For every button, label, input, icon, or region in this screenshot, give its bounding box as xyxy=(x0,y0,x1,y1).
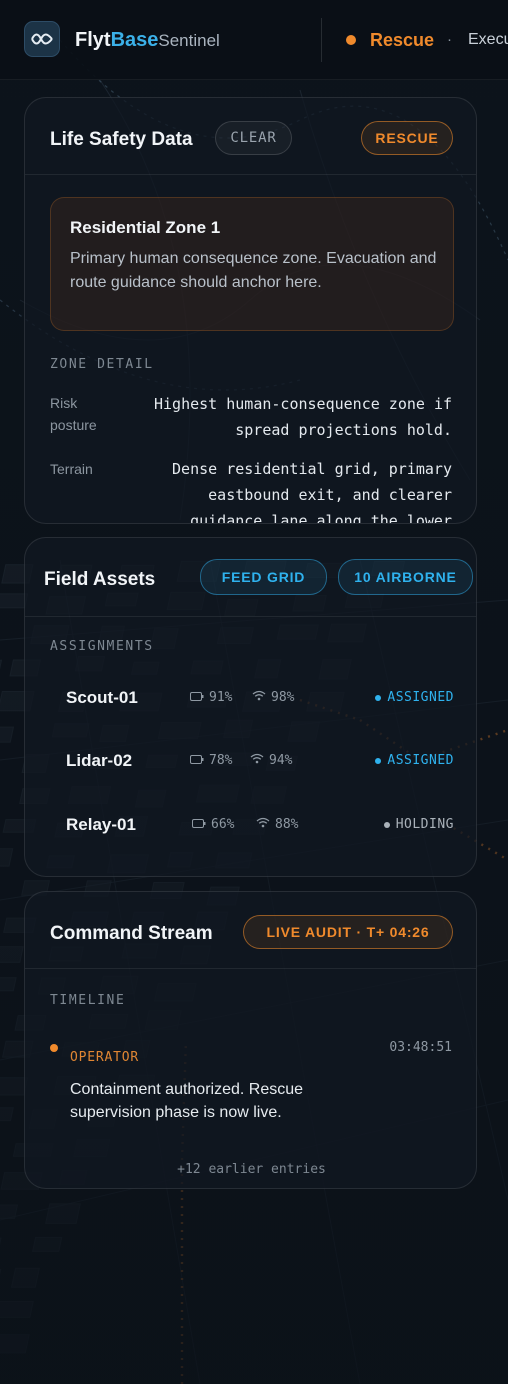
battery-metric: 91% xyxy=(190,690,232,705)
earlier-entries-link[interactable]: +12 earlier entries xyxy=(25,1162,476,1177)
battery-icon xyxy=(190,690,204,705)
detail-key-terrain: Terrain xyxy=(50,461,93,477)
panel-title: Life Safety Data xyxy=(50,129,193,150)
zone-title: Residential Zone 1 xyxy=(70,218,221,237)
detail-value-terrain: Dense residential grid, primary eastboun… xyxy=(172,460,452,524)
panel-title: Field Assets xyxy=(44,569,156,590)
timeline-heading: TIMELINE xyxy=(50,993,126,1008)
asset-name: Relay-01 xyxy=(66,815,136,834)
clear-button[interactable]: CLEAR xyxy=(215,121,292,155)
detail-key-risk-posture: Risk posture xyxy=(50,395,97,433)
status-badge: ASSIGNED xyxy=(375,753,454,768)
status-label: ASSIGNED xyxy=(387,690,454,705)
timeline-entry-text: Containment authorized. Rescue supervisi… xyxy=(70,1081,304,1121)
status-badge: ASSIGNED xyxy=(375,690,454,705)
signal-value: 94% xyxy=(269,753,293,768)
status-dot xyxy=(375,757,382,764)
divider xyxy=(25,174,476,175)
asset-name: Lidar-02 xyxy=(66,751,133,770)
mode-separator: · xyxy=(447,31,452,48)
live-audit-badge: LIVE AUDIT · T+ 04:26 xyxy=(243,915,453,949)
signal-metric: 88% xyxy=(256,817,298,832)
signal-metric: 94% xyxy=(250,753,292,768)
asset-name: Scout-01 xyxy=(66,688,138,707)
mode-tab-execute[interactable]: Execu xyxy=(468,31,508,49)
signal-value: 98% xyxy=(271,690,295,705)
status-dot xyxy=(383,821,390,828)
brand-part-2: Base xyxy=(110,29,159,51)
asset-row[interactable]: Lidar-02 78% 94% ASSIGNED xyxy=(50,734,454,788)
brand-name: FlytBaseSentinel xyxy=(75,29,220,52)
airborne-count-badge[interactable]: 10 AIRBORNE xyxy=(338,559,473,595)
asset-row[interactable]: Scout-01 91% 98% ASSIGNED xyxy=(50,671,454,725)
battery-value: 91% xyxy=(209,690,233,705)
panel-title: Command Stream xyxy=(50,923,213,944)
command-stream-panel: Command Stream LIVE AUDIT · T+ 04:26 TIM… xyxy=(24,891,477,1189)
logo-icon[interactable] xyxy=(24,21,60,57)
mode-status-dot xyxy=(346,35,356,45)
divider xyxy=(25,968,476,969)
battery-value: 78% xyxy=(209,753,233,768)
header-divider xyxy=(321,18,322,62)
brand-part-3: Sentinel xyxy=(158,31,220,50)
detail-value-risk-posture: Highest human-consequence zone if spread… xyxy=(153,395,452,439)
signal-value: 88% xyxy=(275,817,299,832)
zone-detail-heading: ZONE DETAIL xyxy=(50,357,154,372)
status-badge: HOLDING xyxy=(383,817,454,832)
wifi-icon xyxy=(250,753,264,768)
status-dot xyxy=(375,694,382,701)
assignments-heading: ASSIGNMENTS xyxy=(50,639,154,654)
mode-tab-rescue[interactable]: Rescue xyxy=(370,30,434,51)
status-label: ASSIGNED xyxy=(387,753,454,768)
brand-part-1: Flyt xyxy=(75,29,111,51)
asset-row[interactable]: Relay-01 66% 88% HOLDING xyxy=(50,798,454,852)
timeline-actor: OPERATOR xyxy=(70,1050,140,1065)
rescue-status-badge: RESCUE xyxy=(361,121,453,155)
feed-grid-button[interactable]: FEED GRID xyxy=(200,559,327,595)
field-assets-panel: Field Assets FEED GRID 10 AIRBORNE ASSIG… xyxy=(24,537,477,877)
life-safety-panel: Life Safety Data CLEAR RESCUE Residentia… xyxy=(24,97,477,524)
wifi-icon xyxy=(256,817,270,832)
zone-card[interactable]: Residential Zone 1 Primary human consequ… xyxy=(50,197,454,331)
divider xyxy=(25,616,476,617)
battery-icon xyxy=(192,817,206,832)
timeline-dot xyxy=(50,1044,58,1052)
status-label: HOLDING xyxy=(395,817,454,832)
signal-metric: 98% xyxy=(252,690,294,705)
battery-metric: 78% xyxy=(190,753,232,768)
battery-metric: 66% xyxy=(192,817,234,832)
zone-description: Primary human consequence zone. Evacuati… xyxy=(70,250,437,291)
wifi-icon xyxy=(252,690,266,705)
battery-value: 66% xyxy=(211,817,235,832)
timeline-timestamp: 03:48:51 xyxy=(389,1040,452,1055)
top-bar: FlytBaseSentinel Rescue · Execu xyxy=(0,0,508,80)
battery-icon xyxy=(190,753,204,768)
